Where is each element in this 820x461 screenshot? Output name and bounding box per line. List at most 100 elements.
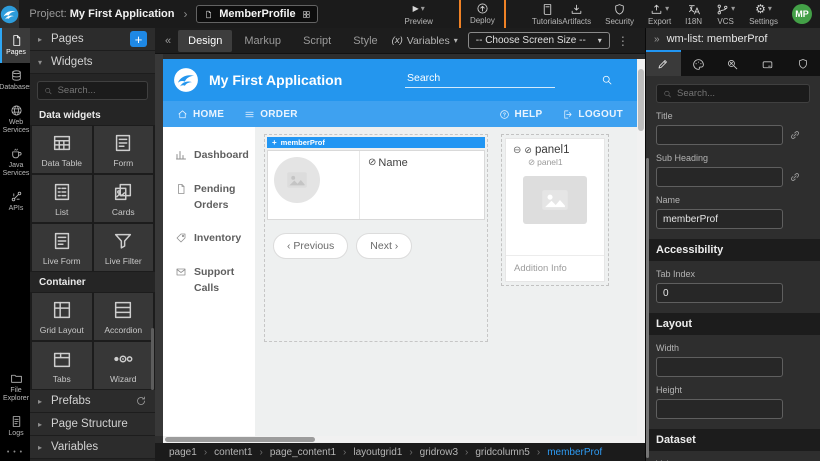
collapse-right-panel-icon[interactable] <box>654 34 660 45</box>
tab-script[interactable]: Script <box>293 30 341 52</box>
widget-tile-grid-layout[interactable]: Grid Layout <box>32 293 92 340</box>
user-avatar[interactable]: MP <box>792 4 812 24</box>
widget-tile-tabs[interactable]: Tabs <box>32 342 92 389</box>
widget-tile-cards[interactable]: Cards <box>94 175 154 222</box>
widget-tile-wizard[interactable]: Wizard <box>94 342 154 389</box>
next-button[interactable]: Next › <box>356 233 412 259</box>
preview-button[interactable]: Preview <box>404 3 432 26</box>
tab-events[interactable] <box>716 50 751 76</box>
title-input[interactable] <box>656 125 783 145</box>
collapse-panel-icon[interactable] <box>513 145 521 156</box>
right-panel-scrollbar[interactable] <box>646 158 649 458</box>
widget-search-input[interactable] <box>58 85 141 96</box>
screen-size-select[interactable]: -- Choose Screen Size -- <box>468 32 610 49</box>
widget-tile-form[interactable]: Form <box>94 126 154 173</box>
widget-tile-data-table[interactable]: Data Table <box>32 126 92 173</box>
side-item-inventory[interactable]: Inventory <box>163 222 255 256</box>
sub-heading-input[interactable] <box>656 167 783 187</box>
rail-item-logs[interactable]: Logs <box>0 409 30 444</box>
panel-image-placeholder[interactable] <box>523 176 587 224</box>
nav-item-home[interactable]: HOME <box>177 109 224 120</box>
properties-search-input[interactable] <box>677 88 803 99</box>
accordion-prefabs[interactable]: Prefabs <box>30 390 155 413</box>
panel-widget-panel1[interactable]: panel1 panel1 Addition Info <box>505 138 605 282</box>
rail-item-web-services[interactable]: Web Services <box>0 98 30 141</box>
tab-markup[interactable]: Markup <box>234 30 291 52</box>
breadcrumb-page-content1[interactable]: page_content1 <box>270 447 336 458</box>
refresh-icon[interactable] <box>135 395 147 407</box>
tab-security[interactable] <box>785 50 820 76</box>
accordion-widgets[interactable]: Widgets <box>30 51 155 74</box>
tab-mobile[interactable] <box>750 50 785 76</box>
rail-item-apis[interactable]: APIs <box>0 184 30 219</box>
list-widget-memberprof[interactable]: + memberProf <box>264 134 488 342</box>
move-icon[interactable]: + <box>272 138 277 147</box>
app-header[interactable]: My First Application Search <box>163 59 637 101</box>
tab-design[interactable]: Design <box>178 30 232 52</box>
rail-item-pages[interactable]: Pages <box>0 28 30 63</box>
accordion-page-structure[interactable]: Page Structure <box>30 413 155 436</box>
export-button[interactable]: Export <box>648 3 671 26</box>
list-item-template[interactable]: Name <box>267 150 485 220</box>
previous-button[interactable]: ‹ Previous <box>273 233 348 259</box>
side-item-dashboard[interactable]: Dashboard <box>163 139 255 173</box>
rail-item-java-services[interactable]: Java Services <box>0 141 30 184</box>
rail-item-databases[interactable]: Databases <box>0 63 30 98</box>
height-input[interactable] <box>656 399 783 419</box>
tutorials-button[interactable]: Tutorials <box>532 3 562 26</box>
tab-style[interactable]: Style <box>343 30 387 52</box>
app-search-icon[interactable] <box>601 74 613 86</box>
panel-widget-region[interactable]: panel1 panel1 Addition Info <box>501 134 609 286</box>
vcs-button[interactable]: VCS <box>716 3 735 26</box>
security-button[interactable]: Security <box>605 3 634 26</box>
breadcrumb-content1[interactable]: content1 <box>214 447 252 458</box>
name-input[interactable] <box>656 209 783 229</box>
bind-link-icon[interactable] <box>789 129 801 141</box>
add-page-button[interactable] <box>130 31 147 47</box>
nav-item-order[interactable]: ORDER <box>244 109 298 120</box>
scroll-thumb[interactable] <box>638 69 644 131</box>
breadcrumb-memberprof[interactable]: memberProf <box>547 447 602 458</box>
bind-link-icon[interactable] <box>789 171 801 183</box>
design-canvas-page[interactable]: My First Application Search HOME ORDER <box>163 59 637 436</box>
accordion-variables[interactable]: Variables <box>30 436 155 459</box>
widget-tile-live-form[interactable]: Live Form <box>32 224 92 271</box>
breadcrumb-gridcolumn5[interactable]: gridcolumn5 <box>475 447 529 458</box>
breadcrumb-page1[interactable]: page1 <box>169 447 197 458</box>
widget-tile-live-filter[interactable]: Live Filter <box>94 224 154 271</box>
collapse-left-panel-icon[interactable] <box>160 35 176 47</box>
tab-properties[interactable] <box>646 50 681 76</box>
nav-item-logout[interactable]: LOGOUT <box>562 109 623 120</box>
deploy-button[interactable]: Deploy <box>459 0 506 30</box>
canvas-vertical-scrollbar[interactable] <box>637 59 645 436</box>
width-input[interactable] <box>656 357 783 377</box>
accordion-pages[interactable]: Pages <box>30 28 155 51</box>
rail-item-file-explorer[interactable]: File Explorer <box>0 366 30 409</box>
more-actions-icon[interactable] <box>612 34 634 48</box>
side-item-support-calls[interactable]: Support Calls <box>163 256 255 306</box>
properties-search[interactable] <box>656 84 810 103</box>
breadcrumb-layoutgrid1[interactable]: layoutgrid1 <box>353 447 402 458</box>
app-search-input[interactable]: Search <box>405 72 555 88</box>
page-selector[interactable]: MemberProfile <box>196 5 318 23</box>
avatar-cell[interactable] <box>268 151 360 219</box>
i18n-button[interactable]: I18N <box>685 3 702 26</box>
tab-index-input[interactable] <box>656 283 783 303</box>
scroll-thumb[interactable] <box>165 437 315 442</box>
selected-widget-tag[interactable]: + memberProf <box>267 137 485 148</box>
canvas-horizontal-scrollbar[interactable] <box>163 436 645 443</box>
widget-tile-list[interactable]: List <box>32 175 92 222</box>
widget-tile-accordion[interactable]: Accordion <box>94 293 154 340</box>
widget-search[interactable] <box>37 81 148 100</box>
settings-button[interactable]: Settings <box>749 3 778 26</box>
more-options-icon[interactable]: • • • <box>0 444 30 461</box>
variables-button[interactable]: (x) Variables <box>392 35 458 47</box>
panel-header[interactable]: panel1 <box>506 139 604 156</box>
nav-item-help[interactable]: HELP <box>499 109 543 120</box>
breadcrumb-gridrow3[interactable]: gridrow3 <box>420 447 458 458</box>
artifacts-button[interactable]: Artifacts <box>562 3 591 26</box>
tab-styles[interactable] <box>681 50 716 76</box>
name-binding[interactable]: Name <box>360 151 416 219</box>
left-panel-scrollbar[interactable] <box>151 328 154 390</box>
side-item-pending-orders[interactable]: Pending Orders <box>163 173 255 223</box>
